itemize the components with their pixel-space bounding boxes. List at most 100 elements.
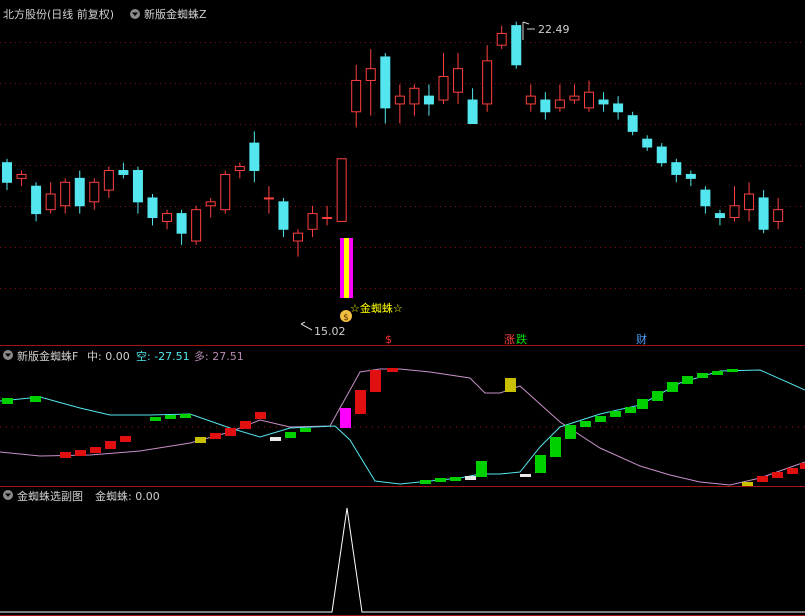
candle-body	[554, 99, 565, 109]
candle-body	[365, 68, 376, 81]
candle-body	[627, 115, 638, 132]
candle-body	[132, 170, 143, 203]
stock-title: 北方股份(日线 前复权)	[3, 7, 114, 21]
candle-body	[423, 95, 434, 105]
indicator-bar	[727, 369, 738, 372]
indicator-bar	[550, 437, 561, 457]
money-bag-glyph: $	[343, 313, 349, 323]
candle-body	[147, 197, 158, 219]
indicator-bar	[355, 390, 366, 414]
candle-body	[467, 99, 478, 125]
indicator-bar	[682, 376, 693, 384]
indicator-bar	[387, 368, 398, 372]
indicator-bar	[595, 416, 606, 422]
candle-body	[685, 173, 696, 179]
candle-body	[380, 56, 391, 109]
indicator-bar	[240, 421, 251, 429]
candle-body	[714, 213, 725, 219]
candle-body	[729, 205, 740, 219]
candle-body	[234, 166, 245, 172]
collapse-icon[interactable]	[3, 350, 13, 360]
mid-value-short: 空: -27.51	[136, 349, 190, 363]
indicator-bar	[90, 447, 101, 453]
high-price-label: 22.49	[538, 23, 570, 36]
indicator-bar	[505, 378, 516, 392]
indicator-bar	[435, 478, 446, 482]
indicator-bar	[225, 428, 236, 436]
candle-body	[2, 162, 12, 183]
indicator-bar	[742, 482, 753, 486]
candle-body	[307, 213, 318, 230]
candle	[627, 111, 638, 136]
candle-body	[671, 162, 682, 175]
candle-body	[205, 201, 216, 207]
indicator-bar	[772, 472, 783, 478]
indicator-bar	[150, 417, 161, 421]
bottom-value: 金蜘蛛: 0.00	[95, 489, 160, 503]
candle-body	[496, 32, 507, 46]
indicator-bar	[697, 373, 708, 378]
indicator-bar	[667, 382, 678, 392]
indicator-bar	[165, 415, 176, 419]
candle-body	[482, 60, 493, 105]
candle-body	[525, 95, 536, 105]
mid-value-long: 多: 27.51	[194, 349, 244, 363]
candle-body	[598, 99, 609, 105]
candle-body	[744, 193, 755, 211]
candle-body	[773, 209, 784, 222]
indicator-bar	[637, 399, 648, 409]
candle-body	[409, 87, 420, 105]
candle-body	[540, 99, 551, 113]
indicator-bar	[610, 411, 621, 417]
top-indicator-name: 新版金蜘蛛Z	[144, 7, 207, 21]
marker-rise: 涨	[504, 333, 515, 346]
candle-body	[16, 173, 27, 179]
indicator-bar	[476, 461, 487, 477]
indicator-bar	[625, 407, 636, 413]
candle-body	[336, 158, 347, 222]
indicator-bar	[465, 476, 476, 480]
candle-body	[322, 217, 333, 220]
signal-bar-inner	[344, 238, 349, 298]
indicator-bar	[787, 468, 798, 474]
chart-stage: 北方股份(日线 前复权) 新版金蜘蛛Z $ ☆金蜘蛛☆ 22.49 15.02 …	[0, 0, 805, 616]
indicator-bar	[565, 425, 576, 439]
candle-body	[758, 197, 769, 230]
indicator-bar	[340, 408, 351, 428]
indicator-bar	[757, 476, 768, 482]
indicator-bar	[195, 437, 206, 443]
candle-body	[642, 138, 653, 148]
indicator-bar	[450, 477, 461, 481]
candle-body	[394, 95, 405, 105]
low-price-label: 15.02	[314, 325, 346, 338]
bottom-pane-header: 金蜘蛛选副图 金蜘蛛: 0.00	[3, 489, 160, 503]
candle-body	[278, 201, 289, 230]
mid-pane-header: 新版金蜘蛛F 中: 0.00 空: -27.51 多: 27.51	[3, 349, 244, 363]
candle-body	[89, 181, 100, 203]
candle-body	[249, 142, 260, 172]
indicator-bar	[2, 398, 13, 404]
indicator-bar	[60, 452, 71, 458]
candle-body	[511, 25, 522, 66]
candle	[220, 170, 231, 214]
candle-body	[220, 173, 231, 211]
collapse-icon[interactable]	[3, 490, 13, 500]
indicator-bar	[712, 371, 723, 375]
indicator-bar	[535, 455, 546, 473]
candle	[511, 21, 522, 69]
indicator-bar	[420, 480, 431, 484]
candle-body	[176, 213, 187, 234]
candle-body	[438, 76, 449, 101]
indicator-bar	[800, 463, 805, 469]
top-pane-header: 北方股份(日线 前复权) 新版金蜘蛛Z	[3, 7, 207, 21]
collapse-icon[interactable]	[130, 9, 140, 19]
mid-value-center: 中: 0.00	[87, 350, 130, 363]
indicator-bar	[120, 436, 131, 442]
candle-body	[569, 95, 580, 101]
marker-dollar: $	[385, 333, 392, 346]
candle-body	[191, 209, 202, 242]
candle	[336, 158, 347, 222]
candle-body	[700, 189, 711, 207]
candle-body	[103, 170, 114, 191]
indicator-bar	[370, 370, 381, 392]
